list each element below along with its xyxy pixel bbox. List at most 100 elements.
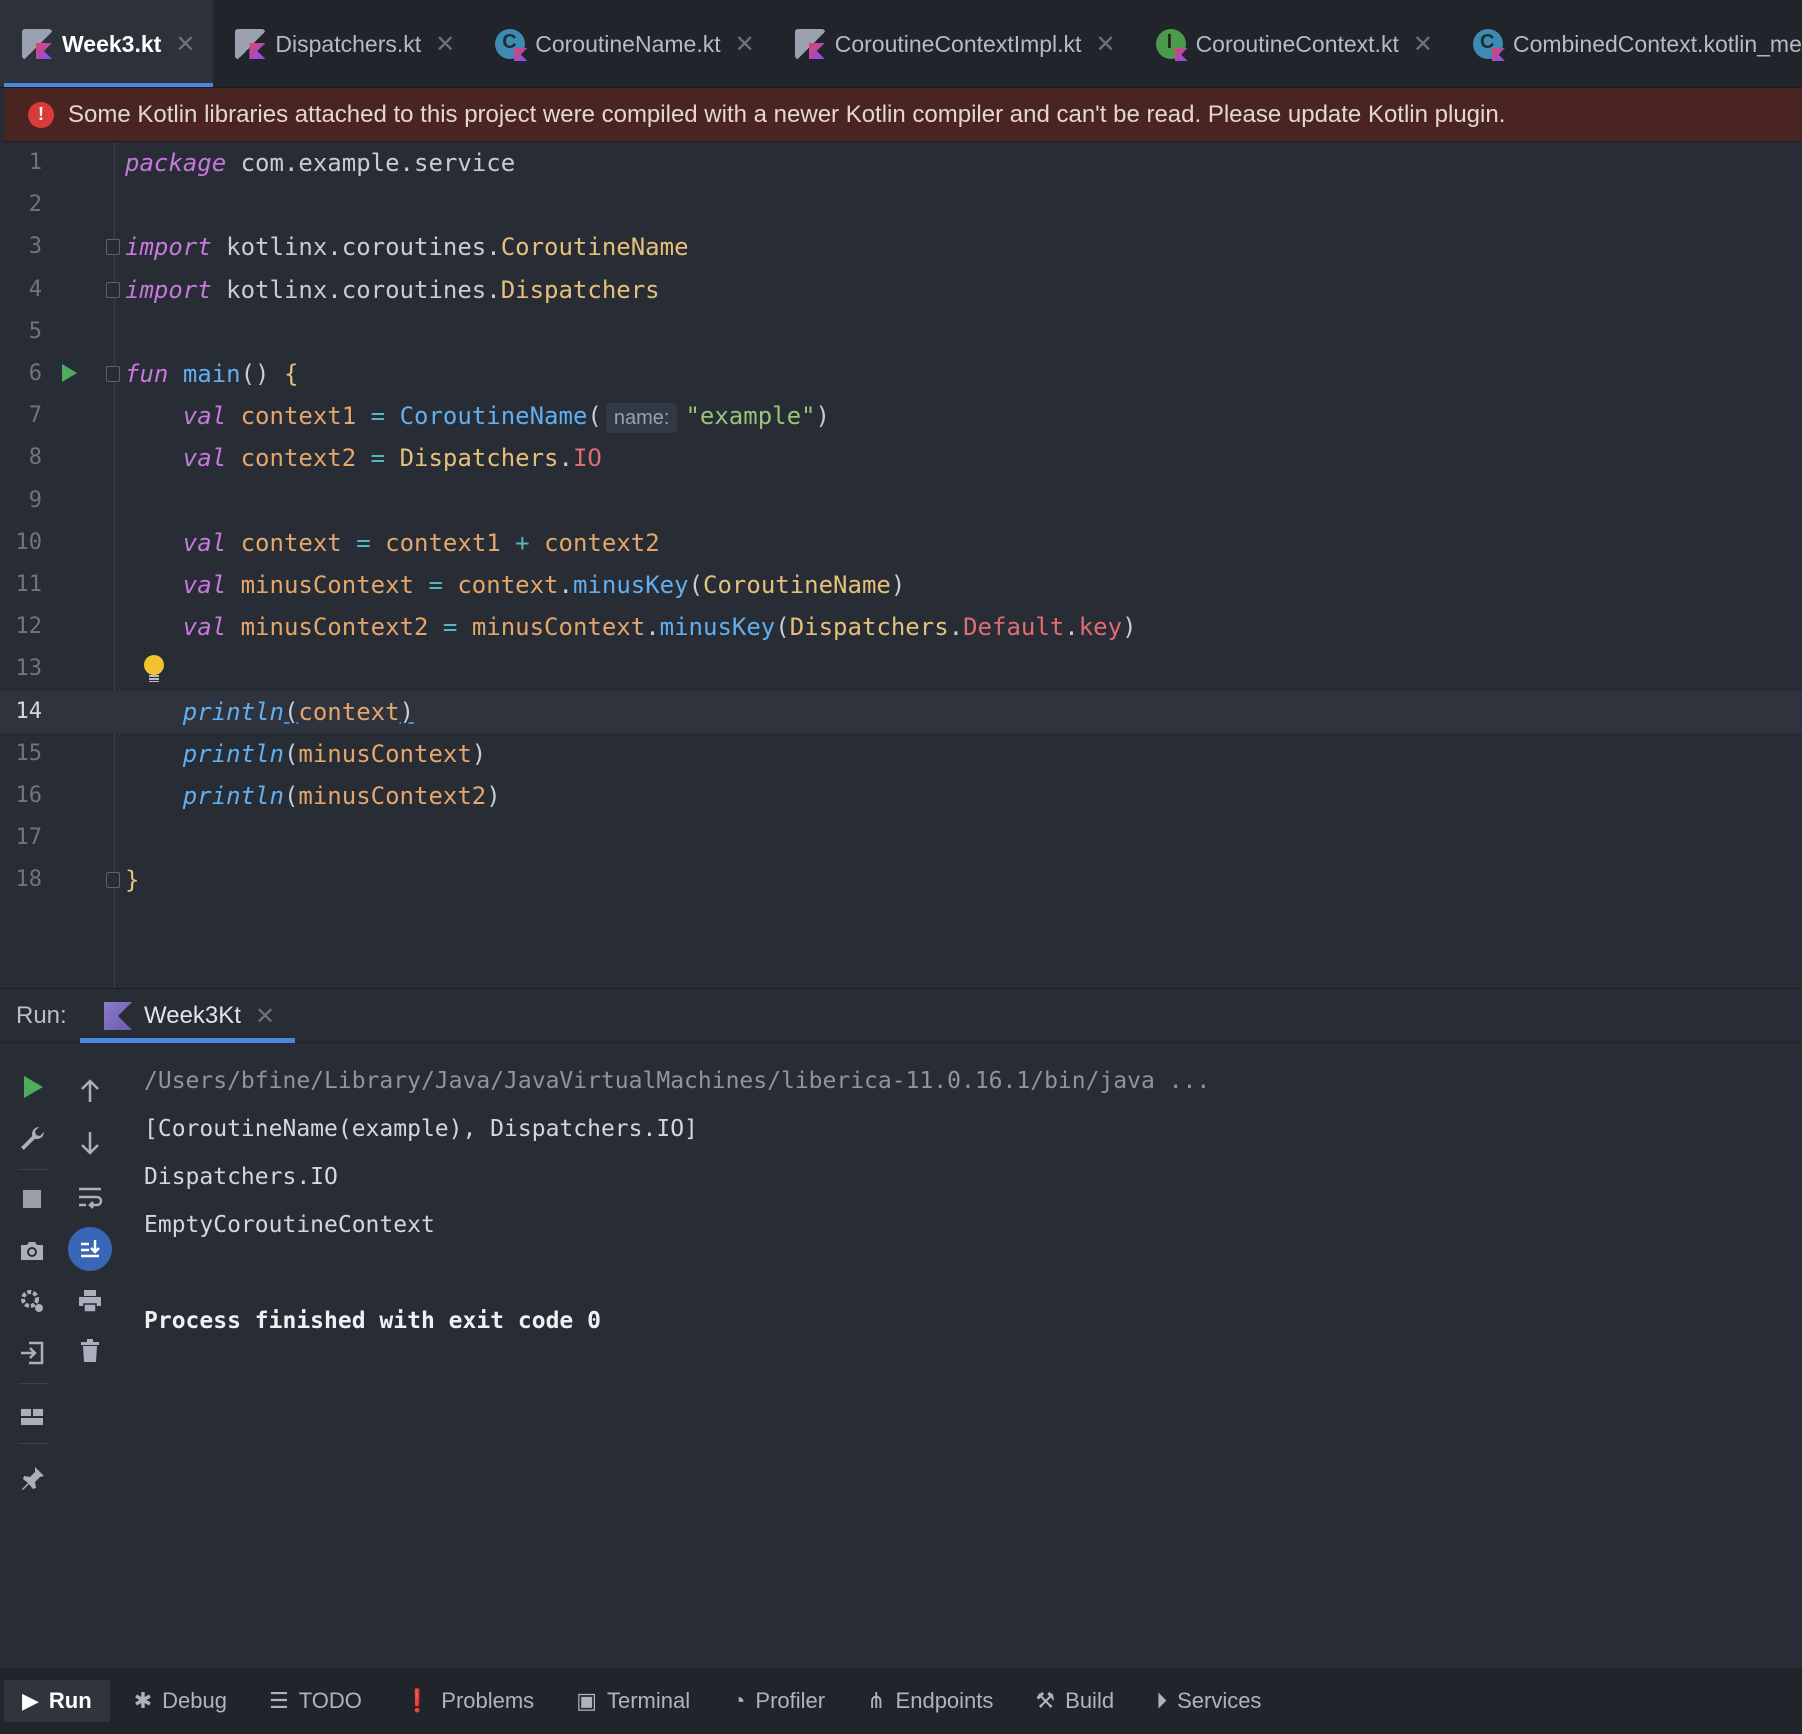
code-token: () bbox=[240, 360, 284, 388]
code-token: context bbox=[298, 697, 400, 726]
code-line[interactable]: 4 import kotlinx.coroutines.Dispatchers bbox=[0, 269, 1802, 311]
tool-services[interactable]: ⏵ Services bbox=[1138, 1680, 1279, 1722]
code-text: println(minusContext2) bbox=[125, 775, 501, 817]
scroll-to-end-icon[interactable] bbox=[68, 1227, 112, 1271]
kotlin-icon bbox=[104, 1002, 132, 1030]
soft-wrap-icon[interactable] bbox=[70, 1177, 110, 1217]
code-line[interactable]: 17 bbox=[0, 817, 1802, 859]
trash-icon[interactable] bbox=[70, 1331, 110, 1371]
tab-dispatchers-kt[interactable]: Dispatchers.kt ✕ bbox=[213, 0, 473, 87]
tab-coroutinename-kt[interactable]: CoroutineName.kt ✕ bbox=[473, 0, 772, 87]
close-icon[interactable]: ✕ bbox=[175, 30, 195, 59]
code-line[interactable]: 3 import kotlinx.coroutines.CoroutineName bbox=[0, 226, 1802, 268]
code-text: println(context) bbox=[125, 691, 414, 733]
code-token: CoroutineName bbox=[703, 571, 891, 599]
fold-marker-icon[interactable] bbox=[106, 872, 120, 889]
code-line[interactable]: 6 fun main() { bbox=[0, 353, 1802, 395]
list-icon: ☰ bbox=[268, 1688, 289, 1713]
stop-icon[interactable] bbox=[12, 1179, 52, 1219]
tool-label: Profiler bbox=[755, 1688, 826, 1713]
line-number: 1 bbox=[28, 150, 42, 175]
kotlin-file-icon bbox=[235, 29, 266, 59]
code-line[interactable]: 5 bbox=[0, 311, 1802, 353]
close-icon[interactable]: ✕ bbox=[255, 1002, 275, 1031]
class-icon bbox=[1472, 29, 1503, 59]
settings-gear-icon[interactable] bbox=[12, 1281, 52, 1321]
login-icon[interactable] bbox=[12, 1333, 52, 1373]
editor-tab-bar: Week3.kt ✕ Dispatchers.kt ✕ CoroutineNam… bbox=[0, 0, 1802, 88]
code-token: val bbox=[182, 444, 227, 473]
code-token: fun bbox=[125, 360, 169, 388]
terminal-icon: ▣ bbox=[576, 1688, 597, 1713]
close-icon[interactable]: ✕ bbox=[1095, 30, 1115, 59]
code-token: ) bbox=[890, 571, 906, 599]
tool-label: TODO bbox=[298, 1688, 362, 1713]
tab-week3-kt[interactable]: Week3.kt ✕ bbox=[0, 0, 214, 87]
down-arrow-icon[interactable] bbox=[70, 1123, 110, 1163]
code-token: println bbox=[182, 782, 284, 810]
code-editor[interactable]: 1 package com.example.service 2 3 import kot… bbox=[0, 142, 1802, 988]
run-config-tab[interactable]: Week3Kt ✕ bbox=[80, 989, 296, 1043]
fold-marker-icon[interactable] bbox=[106, 366, 120, 382]
rerun-icon[interactable] bbox=[12, 1067, 52, 1107]
run-tab-label: Week3Kt bbox=[144, 1002, 241, 1029]
tool-debug[interactable]: ✱ Debug bbox=[116, 1680, 245, 1722]
code-line[interactable]: 9 bbox=[0, 480, 1802, 522]
profiler-icon: ◔ bbox=[732, 1688, 746, 1713]
close-icon[interactable]: ✕ bbox=[1413, 30, 1433, 59]
code-line[interactable]: 16 println(minusContext2) bbox=[0, 775, 1802, 817]
line-number: 11 bbox=[15, 572, 43, 597]
tool-terminal[interactable]: ▣ Terminal bbox=[558, 1680, 708, 1722]
tool-build[interactable]: ⚒ Build bbox=[1017, 1680, 1132, 1722]
code-token: val bbox=[182, 613, 227, 642]
tab-combinedcontext-metadata[interactable]: CombinedContext.kotlin_metadata ✕ bbox=[1451, 0, 1802, 87]
code-line[interactable]: 7 val context1 = CoroutineName(name: "exa… bbox=[0, 395, 1802, 437]
code-line[interactable]: 12 val minusContext2 = minusContext.minu… bbox=[0, 606, 1802, 648]
code-line[interactable]: 15 println(minusContext) bbox=[0, 733, 1802, 775]
toolbar-separator bbox=[18, 1383, 48, 1384]
tool-todo[interactable]: ☰ TODO bbox=[251, 1680, 380, 1722]
close-icon[interactable]: ✕ bbox=[435, 30, 455, 59]
console-output[interactable]: /Users/bfine/Library/Java/JavaVirtualMac… bbox=[144, 1057, 1210, 1345]
code-line[interactable]: 8 val context2 = Dispatchers.IO bbox=[0, 437, 1802, 479]
tab-coroutinecontext-kt[interactable]: CoroutineContext.kt ✕ bbox=[1134, 0, 1451, 87]
line-number: 3 bbox=[28, 234, 42, 260]
close-icon[interactable]: ✕ bbox=[735, 30, 755, 59]
code-line[interactable]: 2 bbox=[0, 184, 1802, 226]
tool-label: Endpoints bbox=[895, 1688, 994, 1713]
print-icon[interactable] bbox=[70, 1281, 110, 1321]
code-token: + bbox=[515, 528, 530, 557]
code-token: kotlinx.coroutines. bbox=[211, 233, 501, 262]
wrench-icon[interactable] bbox=[12, 1119, 52, 1159]
tool-run[interactable]: ▶ Run bbox=[4, 1680, 110, 1722]
code-line[interactable]: 10 val context = context1 + context2 bbox=[0, 522, 1802, 564]
line-number: 7 bbox=[28, 403, 42, 429]
interface-icon bbox=[1155, 29, 1186, 59]
fold-marker-icon[interactable] bbox=[106, 281, 120, 298]
code-line[interactable]: 1 package com.example.service bbox=[0, 142, 1802, 184]
console-line: EmptyCoroutineContext bbox=[144, 1212, 435, 1238]
code-line[interactable]: 14 println(context) bbox=[0, 690, 1802, 733]
pin-icon[interactable] bbox=[12, 1459, 52, 1499]
tool-profiler[interactable]: ◔ Profiler bbox=[714, 1680, 843, 1722]
tool-endpoints[interactable]: ⋔ Endpoints bbox=[849, 1680, 1011, 1722]
run-gutter-icon[interactable] bbox=[62, 364, 77, 382]
lightbulb-icon[interactable] bbox=[143, 655, 165, 683]
line-number: 15 bbox=[15, 740, 43, 766]
code-token: minusContext2 bbox=[240, 613, 429, 642]
code-line[interactable]: 11 val minusContext = context.minusKey(C… bbox=[0, 564, 1802, 606]
tab-coroutinecontextimpl-kt[interactable]: CoroutineContextImpl.kt ✕ bbox=[773, 0, 1134, 87]
kotlin-file-icon bbox=[22, 29, 52, 59]
code-token: val bbox=[182, 528, 227, 557]
code-line[interactable]: 18} bbox=[0, 859, 1802, 901]
fold-marker-icon[interactable] bbox=[106, 239, 120, 256]
camera-icon[interactable] bbox=[12, 1231, 52, 1271]
code-line[interactable]: 13 bbox=[0, 648, 1802, 690]
up-arrow-icon[interactable] bbox=[70, 1071, 110, 1111]
tool-problems[interactable]: ❗ Problems bbox=[386, 1680, 552, 1722]
layout-icon[interactable] bbox=[12, 1397, 52, 1437]
